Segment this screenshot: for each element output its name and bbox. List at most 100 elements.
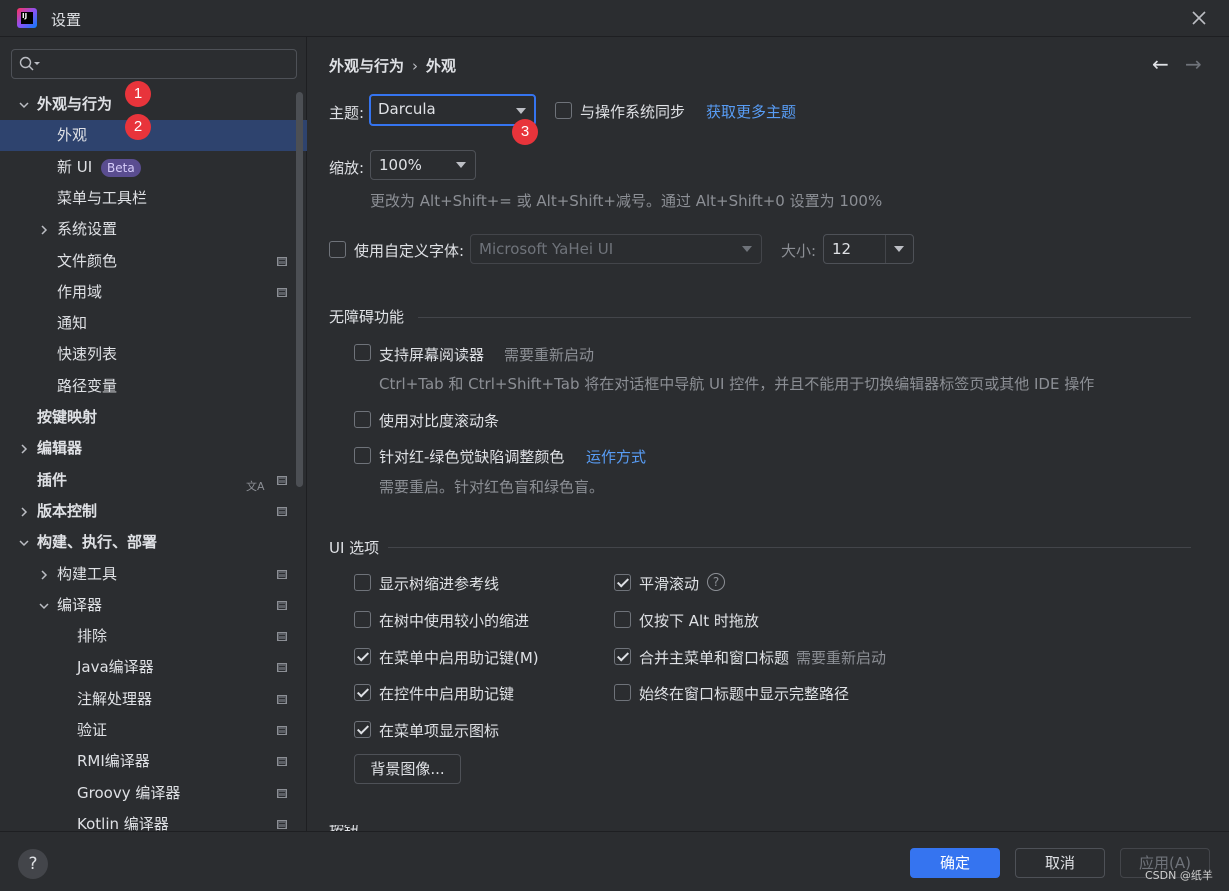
sidebar-item-label: 验证 (77, 721, 108, 739)
sidebar-item[interactable]: 文件颜色 (0, 246, 307, 277)
option-label[interactable]: 显示树缩进参考线 (379, 573, 499, 594)
option-label[interactable]: 在菜单中启用助记键(M) (379, 647, 539, 668)
project-level-icon (277, 632, 287, 641)
search-input[interactable] (11, 49, 297, 79)
option-checkbox[interactable] (614, 684, 631, 701)
sidebar-item[interactable]: 外观 (0, 120, 307, 151)
chevron-right-icon[interactable] (39, 225, 49, 235)
color-deficiency-checkbox[interactable] (354, 447, 371, 464)
sidebar-item[interactable]: 路径变量 (0, 371, 307, 402)
sidebar-item[interactable]: 新 UI Beta (0, 152, 307, 183)
breadcrumb: 外观与行为 › 外观 (329, 55, 456, 76)
option-checkbox[interactable] (614, 648, 631, 665)
sidebar-item[interactable]: 外观与行为 (0, 89, 307, 120)
sidebar-item[interactable]: 编译器 (0, 590, 307, 621)
option-label[interactable]: 在树中使用较小的缩进 (379, 610, 529, 631)
font-select[interactable]: Microsoft YaHei UI (470, 234, 762, 264)
sidebar-item[interactable]: RMI编译器 (0, 746, 307, 777)
sidebar-item[interactable]: 通知 (0, 308, 307, 339)
option-label[interactable]: 合并主菜单和窗口标题 (639, 647, 789, 668)
help-icon[interactable]: ? (707, 573, 725, 591)
chevron-down-icon[interactable] (19, 100, 29, 110)
project-level-icon (277, 789, 287, 798)
color-deficiency-label[interactable]: 针对红-绿色觉缺陷调整颜色 (379, 446, 564, 467)
chevron-right-icon[interactable] (19, 507, 29, 517)
sidebar-item[interactable]: 构建、执行、部署 (0, 527, 307, 558)
option-checkbox[interactable] (614, 611, 631, 628)
search-icon (19, 56, 40, 71)
sidebar-item[interactable]: 快速列表 (0, 339, 307, 370)
breadcrumb-current: 外观 (426, 57, 457, 75)
sidebar-item-label: Groovy 编译器 (77, 784, 181, 802)
forward-arrow-icon[interactable]: → (1185, 54, 1202, 74)
font-size-value: 12 (832, 240, 852, 258)
project-level-icon (277, 663, 287, 672)
option-label[interactable]: 在菜单项显示图标 (379, 720, 499, 741)
custom-font-label[interactable]: 使用自定义字体: (354, 240, 464, 261)
how-it-works-link[interactable]: 运作方式 (586, 446, 646, 467)
custom-font-checkbox[interactable] (329, 241, 346, 258)
option-checkbox[interactable] (614, 574, 631, 591)
option-label[interactable]: 平滑滚动 (639, 573, 699, 594)
sidebar-item[interactable]: 作用域 (0, 277, 307, 308)
font-size-combo[interactable]: 12 (823, 234, 914, 264)
project-level-icon (277, 507, 287, 516)
contrast-scrollbar-checkbox[interactable] (354, 411, 371, 428)
sidebar-item[interactable]: 按键映射 (0, 402, 307, 433)
close-icon[interactable] (1189, 8, 1209, 28)
sidebar-item[interactable]: 验证 (0, 715, 307, 746)
ok-button[interactable]: 确定 (910, 848, 1000, 878)
chevron-down-icon[interactable] (39, 601, 49, 611)
option-label[interactable]: 始终在窗口标题中显示完整路径 (639, 683, 849, 704)
option-label[interactable]: 在控件中启用助记键 (379, 683, 514, 704)
sidebar-scrollbar[interactable] (296, 92, 303, 487)
sidebar-item[interactable]: 插件 文A (0, 465, 307, 496)
sidebar-item[interactable]: 注解处理器 (0, 684, 307, 715)
option-checkbox[interactable] (354, 611, 371, 628)
chevron-right-icon[interactable] (19, 444, 29, 454)
get-more-themes-link[interactable]: 获取更多主题 (706, 101, 796, 122)
chevron-right-icon[interactable] (39, 570, 49, 580)
sync-os-checkbox[interactable] (555, 102, 572, 119)
breadcrumb-parent[interactable]: 外观与行为 (329, 57, 404, 75)
sidebar-item[interactable]: 菜单与工具栏 (0, 183, 307, 214)
intellij-app-icon: IJ (17, 8, 37, 28)
project-level-icon (277, 570, 287, 579)
chevron-down-icon[interactable] (19, 538, 29, 548)
sidebar-item-label: 外观与行为 (37, 95, 113, 113)
background-image-button[interactable]: 背景图像... (354, 754, 461, 784)
back-arrow-icon[interactable]: ← (1152, 54, 1169, 74)
merge-menu-note: 需要重新启动 (796, 649, 887, 667)
sidebar-item[interactable]: 版本控制 (0, 496, 307, 527)
zoom-select[interactable]: 100% (370, 150, 476, 180)
watermark-text: CSDN @纸羊 (1145, 869, 1213, 882)
sidebar-item[interactable]: 编辑器 (0, 433, 307, 464)
sidebar-item[interactable]: 构建工具 (0, 559, 307, 590)
option-checkbox[interactable] (354, 684, 371, 701)
sync-os-label[interactable]: 与操作系统同步 (580, 101, 685, 122)
option-checkbox[interactable] (354, 574, 371, 591)
project-level-icon (277, 695, 287, 704)
sidebar-item[interactable]: Java编译器 (0, 652, 307, 683)
sidebar-item[interactable]: Groovy 编译器 (0, 778, 307, 809)
sidebar-item-label: 菜单与工具栏 (57, 189, 148, 207)
sidebar-item-label: 作用域 (57, 283, 103, 301)
sidebar-item-label: 版本控制 (37, 502, 98, 520)
theme-select[interactable]: Darcula (369, 94, 536, 126)
help-button[interactable]: ? (18, 849, 48, 879)
combo-divider (885, 235, 886, 263)
cancel-button[interactable]: 取消 (1015, 848, 1105, 878)
option-checkbox[interactable] (354, 648, 371, 665)
screen-reader-label[interactable]: 支持屏幕阅读器 (379, 344, 484, 365)
window-title: 设置 (51, 11, 82, 29)
project-level-icon (277, 476, 287, 485)
sidebar-item-label: 按键映射 (37, 408, 98, 426)
screen-reader-checkbox[interactable] (354, 344, 371, 361)
annotation-badge-2: 2 (125, 114, 151, 140)
option-label[interactable]: 仅按下 Alt 时拖放 (639, 610, 759, 631)
sidebar-item[interactable]: 排除 (0, 621, 307, 652)
section-divider (388, 547, 1191, 548)
sidebar-item[interactable]: 系统设置 (0, 214, 307, 245)
contrast-scrollbar-label[interactable]: 使用对比度滚动条 (379, 410, 499, 431)
option-checkbox[interactable] (354, 721, 371, 738)
